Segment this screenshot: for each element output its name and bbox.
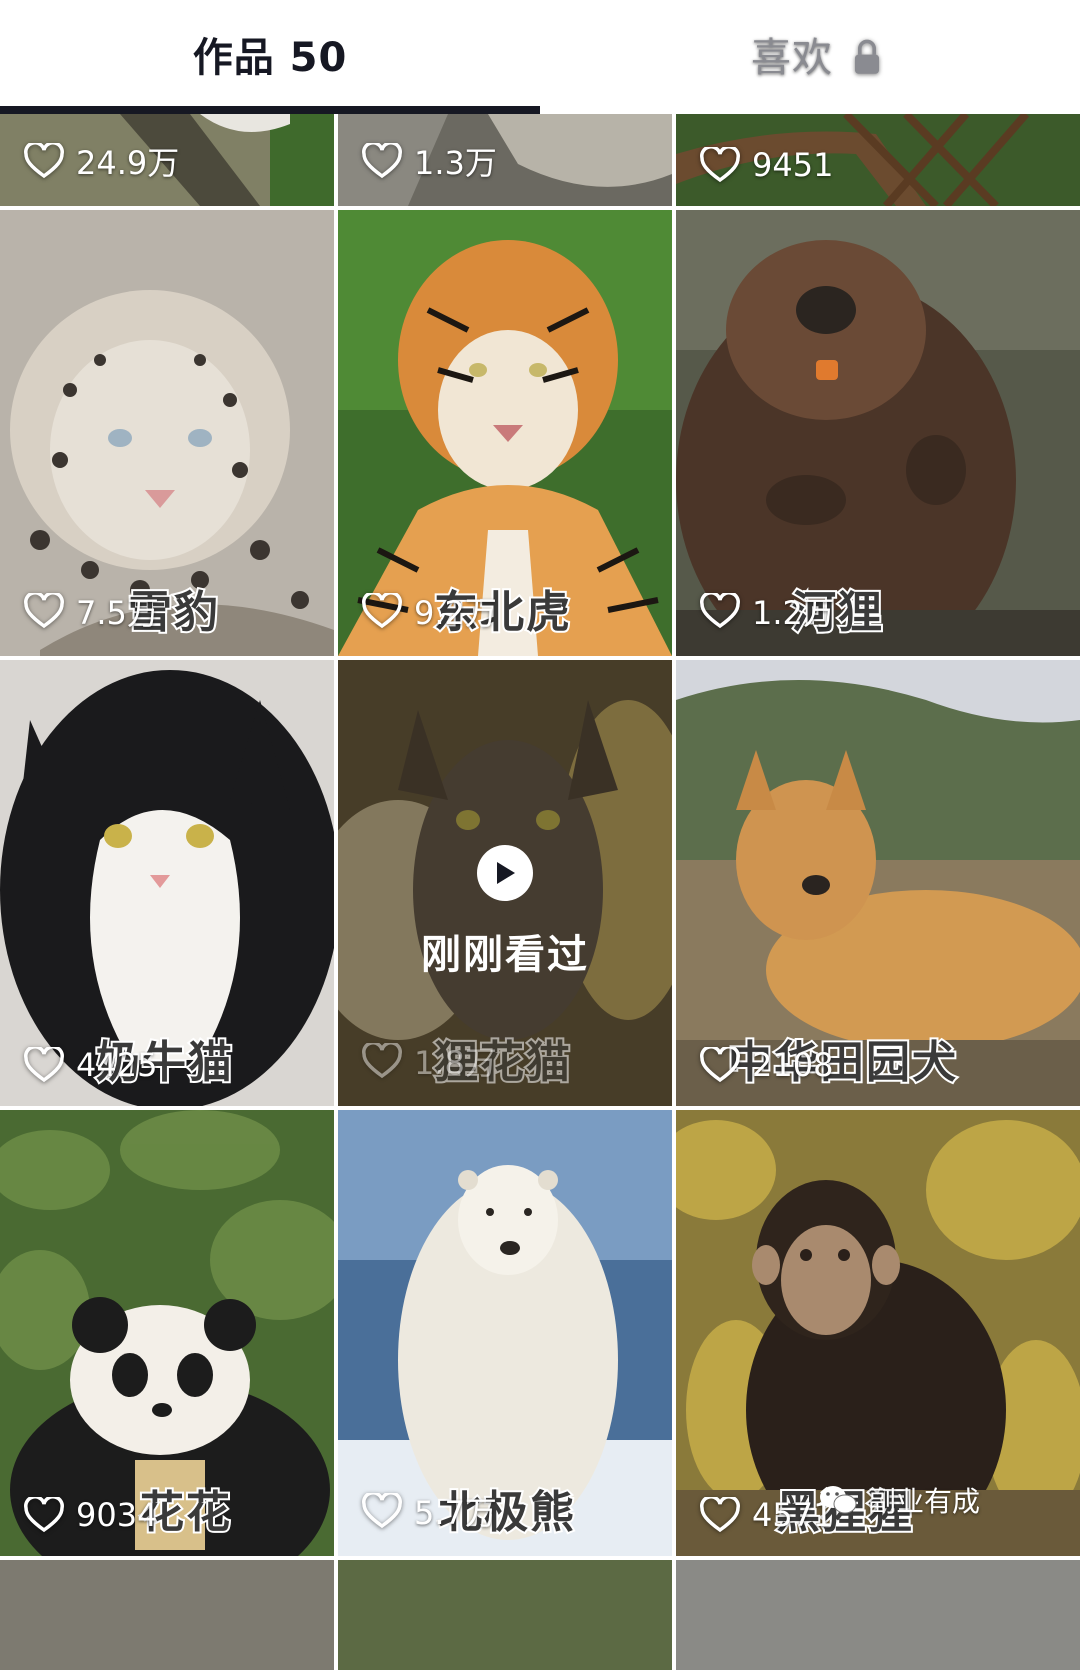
video-card-13[interactable] [0,1560,334,1670]
video-card-15[interactable] [676,1560,1080,1670]
like-count-text: 2108 [752,1046,834,1084]
watermark-text: 副业有成 [867,1485,980,1518]
like-count-text: 9034 [76,1496,158,1534]
like-count-text: 1.8万 [414,1044,497,1082]
video-card-7[interactable]: 奶牛猫 4425 [0,660,334,1106]
like-count-text: 24.9万 [76,144,180,182]
like-count-text: 9451 [752,146,834,184]
like-count: 24.9万 [24,138,179,184]
like-count: 4571 [700,1496,833,1534]
recently-watched-label: 刚刚看过 [421,932,589,978]
video-card-9[interactable]: 中华田园犬 2108 [676,660,1080,1106]
lock-icon [847,39,879,74]
video-thumbnail [676,1560,1080,1670]
play-icon[interactable] [477,845,533,901]
video-thumbnail [0,1560,334,1670]
video-card-6[interactable]: 河狸 1.2万 [676,210,1080,656]
tab-likes-label: 喜欢 [751,35,833,81]
heart-icon [700,593,740,629]
heart-icon [362,1493,402,1529]
heart-icon [362,1043,402,1079]
heart-icon [24,593,64,629]
heart-icon [24,143,64,179]
like-count: 9034 [24,1496,157,1534]
like-count: 9451 [700,146,833,184]
video-grid: 24.9万 1.3万 9451 雪豹 7.5万 东北虎 9.2万 河狸 1.2万… [0,114,1080,1670]
wechat-icon [819,1486,857,1514]
profile-tab-bar: 作品 50 喜欢 [0,0,1080,114]
video-card-12[interactable]: 黑猩猩 4571 副业有成 [676,1110,1080,1556]
video-card-3[interactable]: 9451 [676,114,1080,206]
heart-icon [700,1047,740,1083]
video-thumbnail [338,1560,672,1670]
like-count: 4425 [24,1046,157,1084]
like-count-text: 1.3万 [414,144,497,182]
tab-active-indicator [0,106,540,114]
video-card-11[interactable]: 北极熊 5.7万 [338,1110,672,1556]
heart-icon [700,147,740,183]
video-card-8[interactable]: 刚刚看过 狸花猫 1.8万 [338,660,672,1106]
video-card-5[interactable]: 东北虎 9.2万 [338,210,672,656]
video-card-2[interactable]: 1.3万 [338,114,672,206]
wechat-watermark: 副业有成 [818,1480,980,1520]
heart-icon [362,593,402,629]
like-count: 9.2万 [362,588,497,634]
like-count: 7.5万 [24,588,159,634]
like-count-text: 9.2万 [414,594,497,632]
like-count-text: 7.5万 [76,594,159,632]
video-card-14[interactable] [338,1560,672,1670]
like-count-text: 1.2万 [752,594,835,632]
like-count-text: 4425 [76,1046,158,1084]
tab-works[interactable]: 作品 50 [0,0,540,108]
like-count: 1.8万 [362,1038,497,1084]
heart-icon [362,143,402,179]
like-count: 2108 [700,1046,833,1084]
video-card-10[interactable]: 花花 9034 [0,1110,334,1556]
tab-likes[interactable]: 喜欢 [540,0,1080,108]
video-card-1[interactable]: 24.9万 [0,114,334,206]
heart-icon [24,1047,64,1083]
like-count: 1.2万 [700,588,835,634]
heart-icon [700,1497,740,1533]
tab-works-label: 作品 50 [192,35,348,81]
like-count: 1.3万 [362,138,497,184]
heart-icon [24,1497,64,1533]
like-count-text: 5.7万 [414,1494,497,1532]
video-card-4[interactable]: 雪豹 7.5万 [0,210,334,656]
like-count: 5.7万 [362,1488,497,1534]
